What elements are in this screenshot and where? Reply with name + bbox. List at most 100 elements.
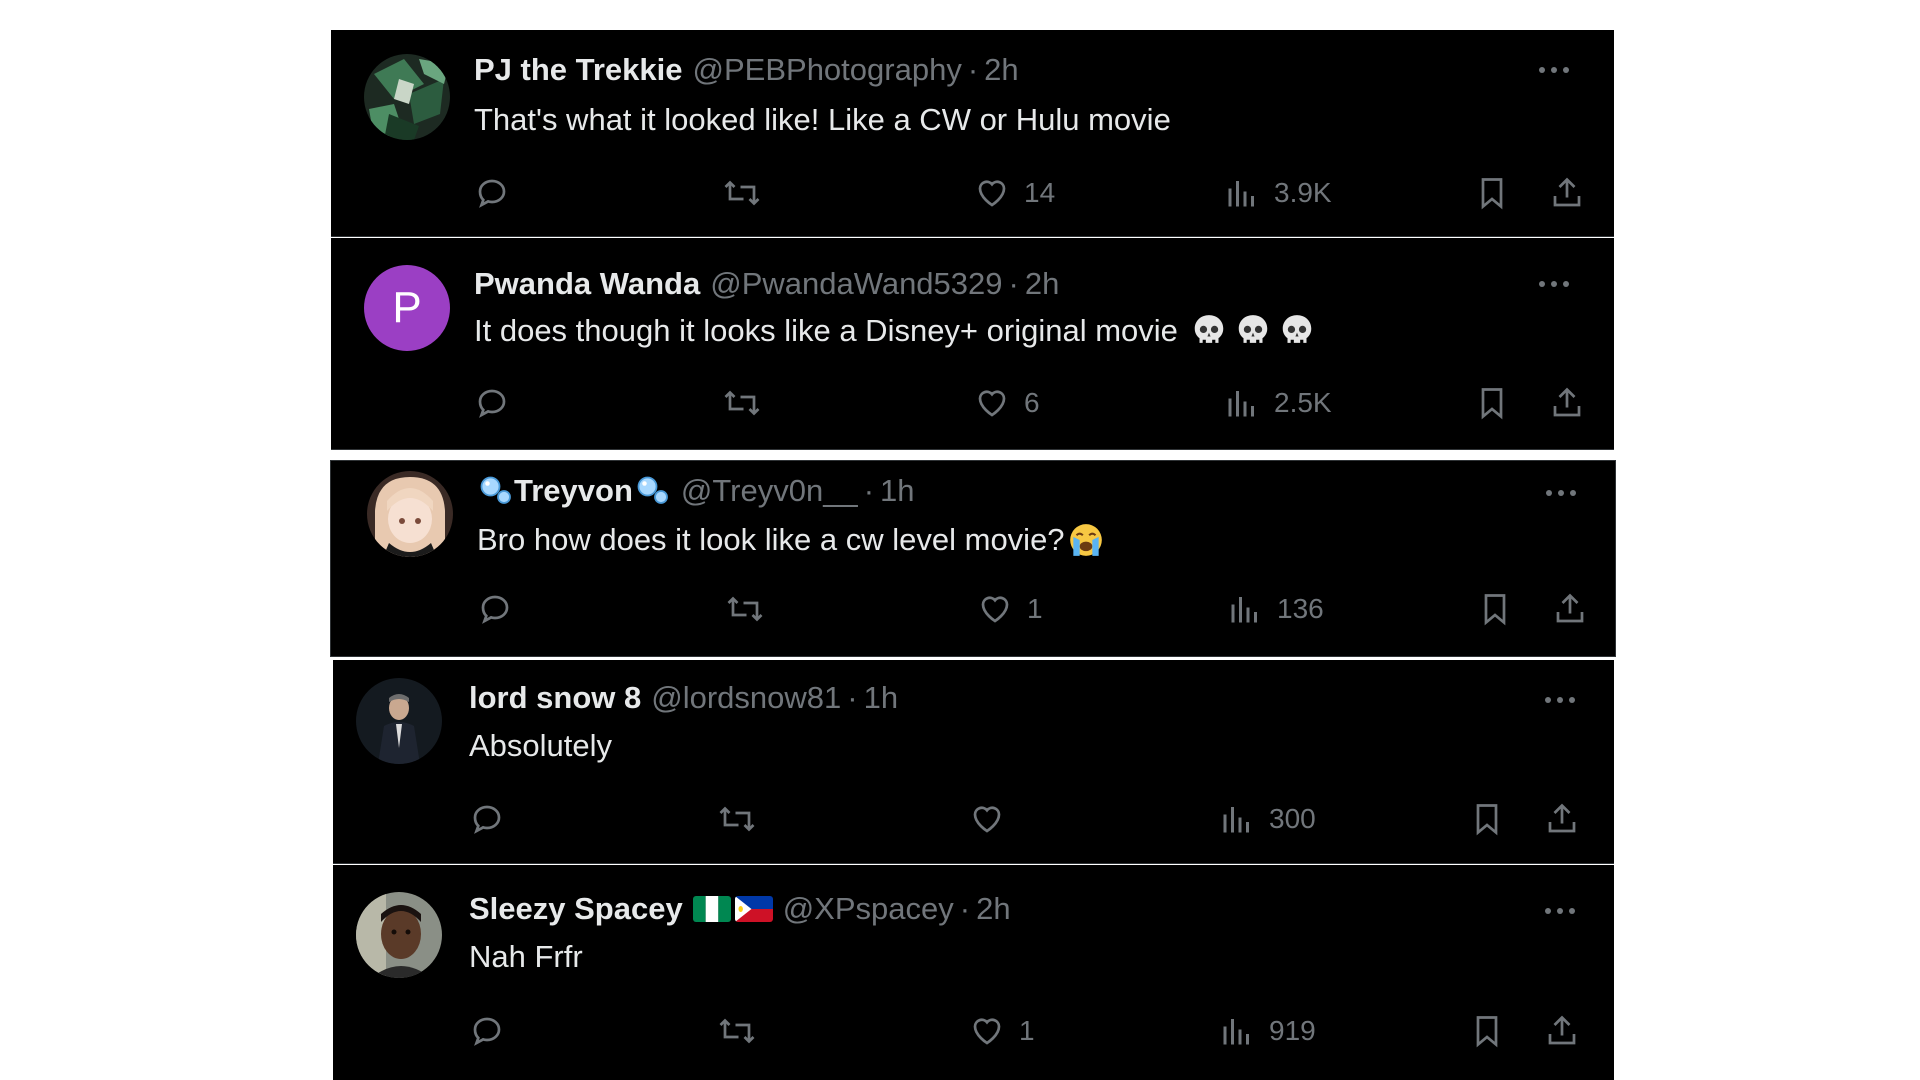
- reply-icon: [481, 595, 509, 624]
- post-card[interactable]: P Pwanda Wanda @PwandaWand5329 · 2h It d…: [331, 238, 1614, 450]
- like-button[interactable]: 14: [974, 170, 1055, 216]
- view-count: 919: [1269, 1015, 1316, 1046]
- views-button[interactable]: 3.9K: [1224, 170, 1332, 216]
- reply-button[interactable]: [477, 586, 513, 632]
- action-bar: 1 919: [469, 1008, 1576, 1054]
- post-card[interactable]: Treyvon @Treyv0n__ · 1h Bro how does it …: [330, 460, 1616, 657]
- post-card[interactable]: Sleezy Spacey @XPspacey · 2h Nah Frfr 1: [333, 865, 1614, 1080]
- user-handle[interactable]: @PwandaWand5329: [710, 266, 1002, 302]
- post-time[interactable]: 2h: [1025, 266, 1059, 302]
- philippines-flag-icon: [734, 896, 773, 922]
- separator: ·: [847, 680, 858, 715]
- post-header: Sleezy Spacey @XPspacey · 2h: [469, 891, 1011, 927]
- post-time[interactable]: 2h: [976, 891, 1010, 927]
- avatar[interactable]: [367, 471, 453, 557]
- reply-icon: [473, 805, 501, 834]
- share-button[interactable]: [1552, 586, 1588, 632]
- more-options-icon[interactable]: [1534, 60, 1574, 80]
- share-button[interactable]: [1549, 380, 1585, 426]
- post-text: Nah Frfr: [469, 939, 583, 975]
- bookmark-button[interactable]: [1469, 1008, 1505, 1054]
- views-button[interactable]: 2.5K: [1224, 380, 1332, 426]
- post-time[interactable]: 1h: [880, 473, 914, 509]
- user-handle[interactable]: @lordsnow81: [651, 680, 841, 716]
- bookmark-button[interactable]: [1474, 380, 1510, 426]
- views-button[interactable]: 919: [1219, 1008, 1316, 1054]
- repost-button[interactable]: [725, 586, 765, 632]
- repost-icon: [719, 1018, 755, 1044]
- share-button[interactable]: [1544, 796, 1580, 842]
- like-count: 6: [1024, 387, 1040, 418]
- avatar[interactable]: [356, 892, 442, 978]
- repost-button[interactable]: [717, 796, 757, 842]
- reply-button[interactable]: [474, 170, 510, 216]
- display-name[interactable]: Sleezy Spacey: [469, 891, 683, 927]
- reply-thread: PJ the Trekkie @PEBPhotography · 2h That…: [0, 0, 1920, 1080]
- display-name[interactable]: lord snow 8: [469, 680, 641, 716]
- action-bar: 1 136: [477, 586, 1584, 632]
- user-handle[interactable]: @XPspacey: [783, 891, 954, 927]
- post-text: That's what it looked like! Like a CW or…: [474, 102, 1171, 138]
- post-text-content: Bro how does it look like a cw level mov…: [477, 522, 1065, 557]
- post-card[interactable]: PJ the Trekkie @PEBPhotography · 2h That…: [331, 30, 1614, 237]
- display-name[interactable]: Pwanda Wanda: [474, 266, 700, 302]
- reply-button[interactable]: [474, 380, 510, 426]
- share-button[interactable]: [1549, 170, 1585, 216]
- repost-icon: [719, 806, 755, 832]
- post-text: It does though it looks like a Disney+ o…: [474, 312, 1316, 350]
- heart-icon: [981, 596, 1009, 623]
- avatar-letter: P: [392, 283, 422, 332]
- like-button[interactable]: [969, 796, 1019, 842]
- post-time[interactable]: 2h: [984, 52, 1018, 88]
- avatar[interactable]: [356, 678, 442, 764]
- views-button[interactable]: 136: [1227, 586, 1324, 632]
- like-button[interactable]: 1: [977, 586, 1043, 632]
- repost-button[interactable]: [722, 380, 762, 426]
- like-count: 1: [1027, 593, 1043, 624]
- bookmark-button[interactable]: [1474, 170, 1510, 216]
- like-count: 14: [1024, 177, 1056, 208]
- reply-icon: [478, 179, 506, 208]
- more-options-icon[interactable]: [1540, 901, 1580, 921]
- bookmark-icon: [1484, 594, 1506, 626]
- analytics-icon: [1228, 181, 1254, 207]
- analytics-icon: [1228, 391, 1254, 417]
- like-count: 1: [1019, 1015, 1035, 1046]
- repost-button[interactable]: [717, 1008, 757, 1054]
- post-text: Bro how does it look like a cw level mov…: [477, 521, 1105, 559]
- separator: ·: [967, 52, 979, 87]
- repost-button[interactable]: [722, 170, 762, 216]
- like-button[interactable]: 1: [969, 1008, 1035, 1054]
- heart-icon: [978, 390, 1006, 417]
- display-name[interactable]: Treyvon: [514, 473, 633, 509]
- bookmark-button[interactable]: [1469, 796, 1505, 842]
- like-button[interactable]: 6: [974, 380, 1040, 426]
- post-card[interactable]: lord snow 8 @lordsnow81 · 1h Absolutely: [333, 660, 1614, 864]
- separator: ·: [863, 473, 875, 508]
- user-handle[interactable]: @PEBPhotography: [693, 52, 962, 88]
- repost-icon: [727, 596, 763, 622]
- post-text-content: That's what it looked like! Like a CW or…: [474, 102, 1171, 137]
- bookmark-icon: [1476, 1016, 1498, 1048]
- repost-icon: [724, 180, 760, 206]
- views-button[interactable]: 300: [1219, 796, 1316, 842]
- separator: ·: [959, 891, 971, 926]
- user-handle[interactable]: @Treyv0n__: [681, 473, 858, 509]
- bookmark-button[interactable]: [1477, 586, 1513, 632]
- avatar[interactable]: P: [364, 265, 450, 351]
- avatar[interactable]: [364, 54, 450, 140]
- more-options-icon[interactable]: [1541, 483, 1581, 503]
- skull-emoji: [1194, 315, 1224, 343]
- reply-button[interactable]: [469, 796, 505, 842]
- more-options-icon[interactable]: [1534, 274, 1574, 294]
- post-time[interactable]: 1h: [864, 680, 898, 716]
- view-count: 300: [1269, 803, 1316, 834]
- share-icon: [1556, 593, 1584, 623]
- loudly-crying-emoji: [1069, 524, 1102, 556]
- reply-button[interactable]: [469, 1008, 505, 1054]
- share-button[interactable]: [1544, 1008, 1580, 1054]
- more-options-icon[interactable]: [1540, 690, 1580, 710]
- heart-icon: [973, 806, 1001, 833]
- post-header: Treyvon @Treyv0n__ · 1h: [476, 473, 915, 509]
- display-name[interactable]: PJ the Trekkie: [474, 52, 683, 88]
